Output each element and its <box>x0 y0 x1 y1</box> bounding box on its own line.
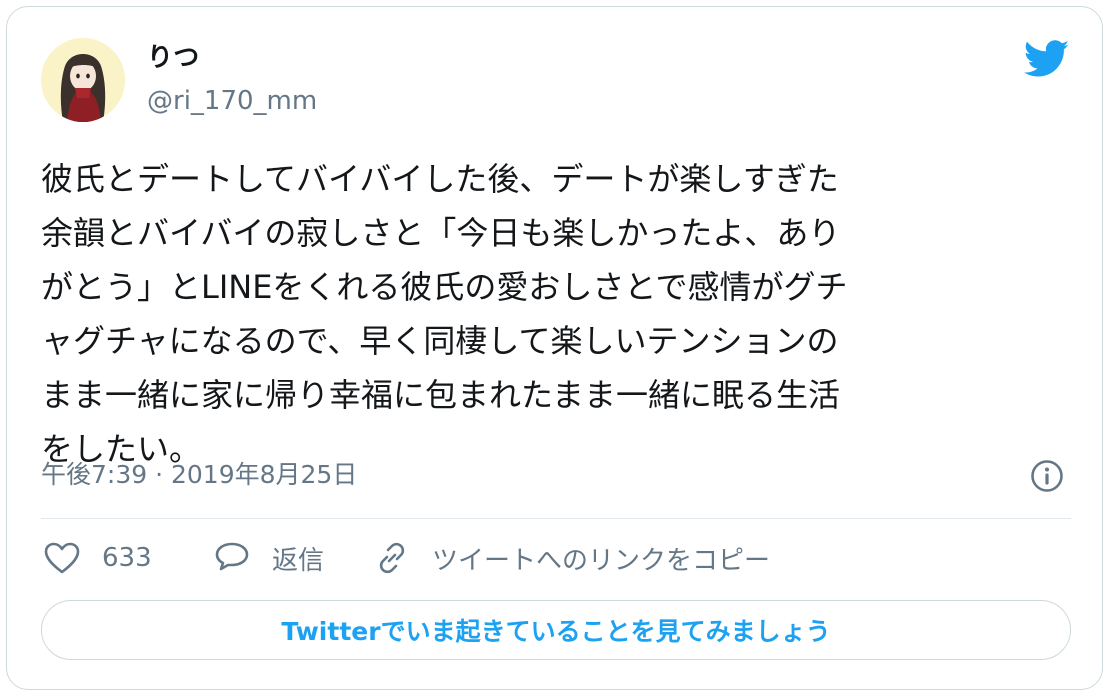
copy-link-label: ツイートへのリンクをコピー <box>432 545 771 576</box>
like-button[interactable]: 633 <box>44 535 152 581</box>
divider <box>41 518 1071 519</box>
reply-label: 返信 <box>272 545 325 576</box>
tweet-text: 彼氏とデートしてバイバイした後、デートが楽しすぎた 余韻とバイバイの寂しさと「今… <box>41 160 848 468</box>
user-handle[interactable]: @ri_170_mm <box>147 84 317 118</box>
copy-link-button[interactable]: ツイートへのリンクをコピー <box>374 535 770 581</box>
reply-icon <box>215 542 249 571</box>
link-icon <box>379 542 405 574</box>
like-count: 633 <box>102 543 152 573</box>
heart-icon <box>44 542 80 574</box>
tweet-timestamp[interactable]: 午後7:39 · 2019年8月25日 <box>41 458 357 492</box>
display-name[interactable]: りつ <box>147 41 199 75</box>
info-icon[interactable] <box>1030 459 1064 493</box>
avatar[interactable] <box>41 38 125 122</box>
twitter-bird-icon[interactable] <box>1024 40 1070 78</box>
reply-button[interactable]: 返信 <box>214 535 324 581</box>
see-whats-happening-button[interactable]: Twitterでいま起きていることを見てみましょう <box>41 600 1071 660</box>
